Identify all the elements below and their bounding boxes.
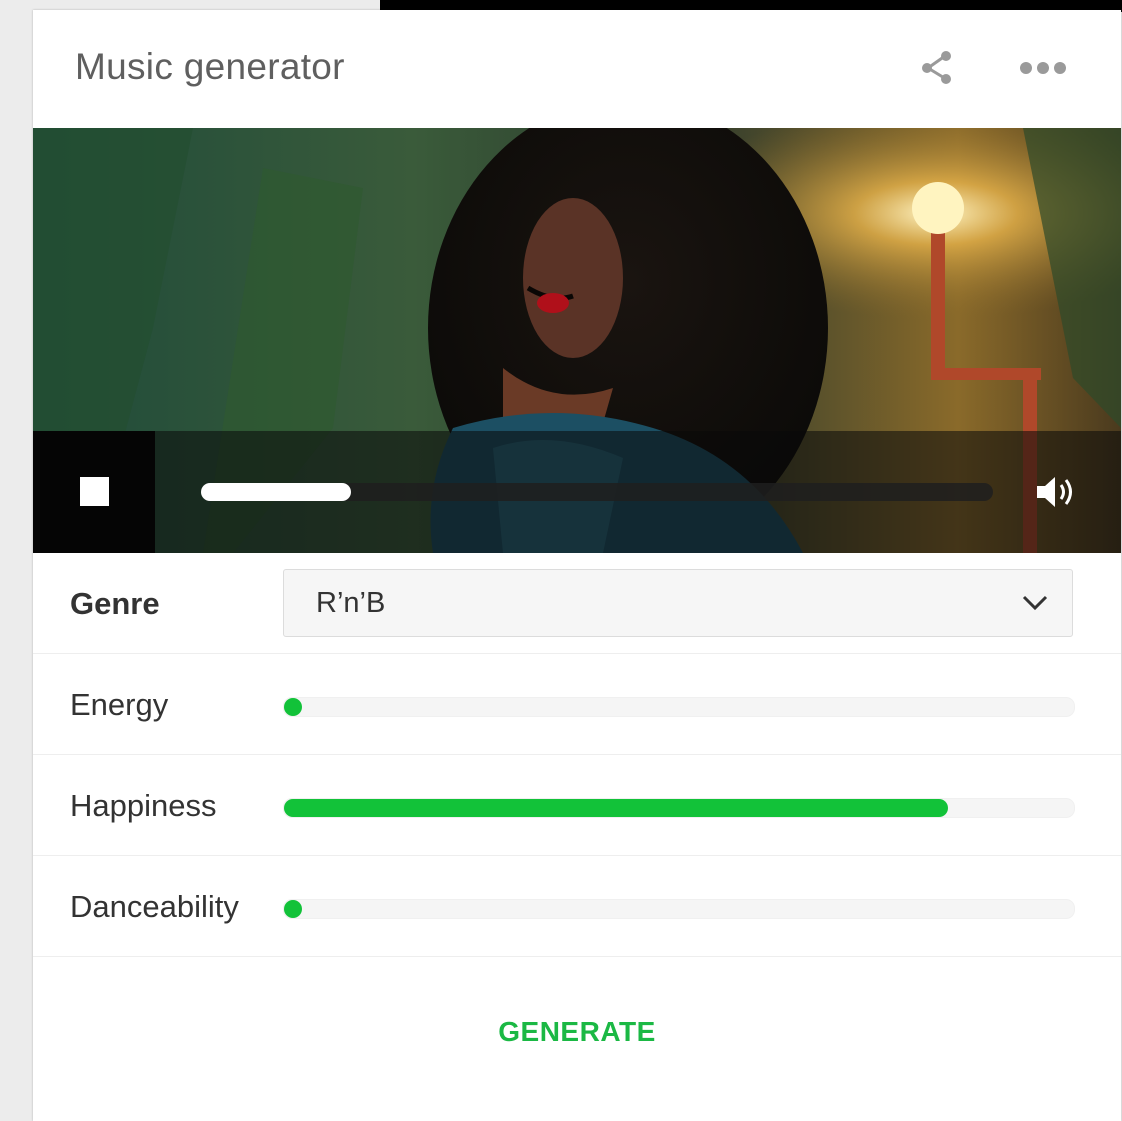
music-generator-card: Music generator Genre R’n’B Energy Happi… bbox=[33, 10, 1121, 1121]
danceability-slider-fill bbox=[284, 900, 302, 918]
chevron-down-icon bbox=[1020, 590, 1050, 614]
stop-icon bbox=[80, 477, 109, 506]
happiness-slider-fill bbox=[284, 799, 948, 817]
happiness-label: Happiness bbox=[70, 788, 217, 823]
happiness-row: Happiness bbox=[33, 755, 1121, 856]
stop-button[interactable] bbox=[33, 431, 155, 553]
energy-row: Energy bbox=[33, 654, 1121, 755]
seek-progress bbox=[201, 483, 351, 501]
danceability-slider[interactable] bbox=[283, 899, 1075, 919]
generate-button[interactable]: GENERATE bbox=[33, 1016, 1121, 1048]
player-controls bbox=[33, 431, 1121, 553]
genre-label: Genre bbox=[70, 586, 160, 621]
cover-image bbox=[33, 128, 1121, 553]
seek-bar[interactable] bbox=[201, 483, 993, 501]
more-horizontal-icon[interactable] bbox=[1015, 58, 1075, 78]
share-icon[interactable] bbox=[917, 48, 957, 88]
danceability-row: Danceability bbox=[33, 856, 1121, 957]
energy-label: Energy bbox=[70, 687, 169, 722]
volume-icon[interactable] bbox=[1033, 473, 1083, 511]
genre-row: Genre R’n’B bbox=[33, 553, 1121, 654]
genre-value: R’n’B bbox=[316, 587, 386, 619]
danceability-label: Danceability bbox=[70, 889, 239, 924]
card-header: Music generator bbox=[33, 10, 1121, 128]
energy-slider-fill bbox=[284, 698, 302, 716]
genre-select[interactable]: R’n’B bbox=[283, 569, 1073, 637]
happiness-slider[interactable] bbox=[283, 798, 1075, 818]
energy-slider[interactable] bbox=[283, 697, 1075, 717]
card-title: Music generator bbox=[75, 46, 345, 87]
